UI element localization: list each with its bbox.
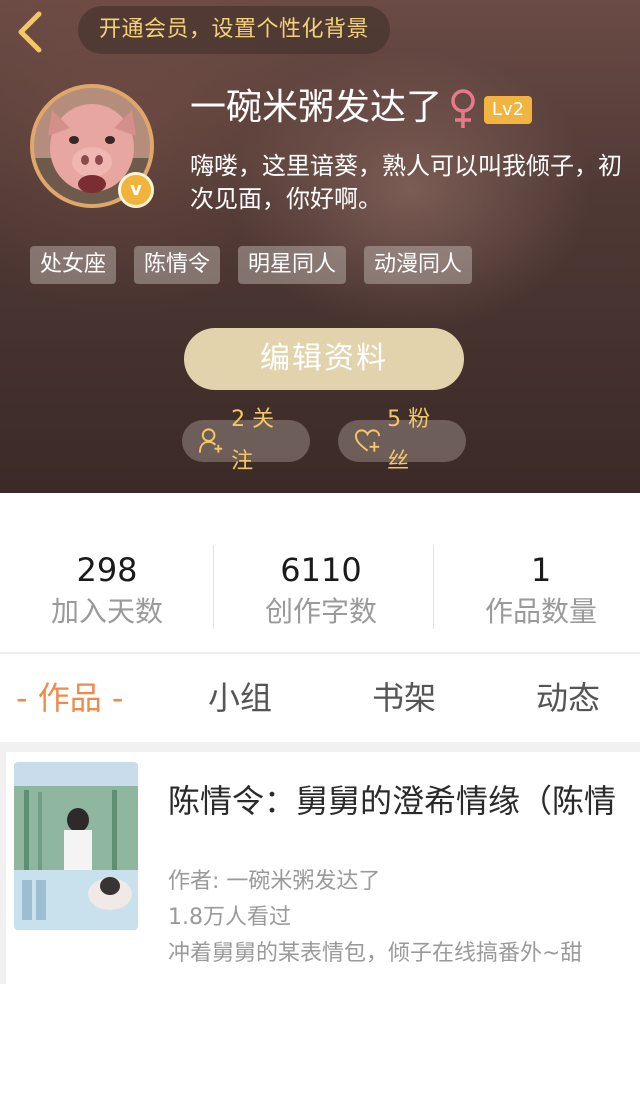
following-label: 2 关注 <box>231 407 275 474</box>
stat-value: 298 <box>76 551 138 589</box>
stat-value: 1 <box>530 551 552 589</box>
work-description: 冲着舅舅的某表情包，倾子在线搞番外~甜 <box>168 941 583 966</box>
fans-label: 5 粉丝 <box>387 407 431 474</box>
level-badge: Lv2 <box>484 96 532 124</box>
stat-days: 298 加入天数 <box>0 548 214 632</box>
heart-add-icon <box>354 429 381 452</box>
stats-row: 298 加入天数 6110 创作字数 1 作品数量 <box>0 493 640 653</box>
tab-groups[interactable]: 小组 <box>208 676 272 720</box>
tab-bookshelf[interactable]: 书架 <box>372 676 436 720</box>
section-separator <box>0 742 640 752</box>
tag-item[interactable]: 明星同人 <box>238 246 347 284</box>
work-author: 作者: 一碗米粥发达了 <box>168 869 381 894</box>
stat-words: 6110 创作字数 <box>214 548 428 632</box>
verified-badge: v <box>118 172 154 208</box>
work-list-item[interactable]: 陈情令：舅舅的澄希情缘（陈情 作者: 一碗米粥发达了 1.8万人看过 冲着舅舅的… <box>0 752 640 984</box>
work-cover-image[interactable] <box>14 762 138 930</box>
profile-bio: 嗨喽，这里谙葵，熟人可以叫我倾子，初次见面，你好啊。 <box>190 152 622 213</box>
username: 一碗米粥发达了 <box>190 87 443 128</box>
stat-label: 作品数量 <box>484 595 597 628</box>
person-add-icon <box>198 428 223 453</box>
stat-works: 1 作品数量 <box>434 548 640 632</box>
stat-label: 加入天数 <box>50 595 163 628</box>
vip-upsell-banner[interactable]: 开通会员，设置个性化背景 <box>78 6 390 54</box>
tab-moments[interactable]: 动态 <box>536 676 600 720</box>
profile-header: 开通会员，设置个性化背景 v 一碗米粥发达了 Lv2 嗨喽，这里谙葵，熟人可以叫… <box>0 0 640 493</box>
stat-label: 创作字数 <box>264 595 377 628</box>
back-arrow-icon <box>18 11 42 53</box>
tag-item[interactable]: 动漫同人 <box>364 246 473 284</box>
edit-profile-button[interactable]: 编辑资料 <box>184 328 464 390</box>
tag-item[interactable]: 陈情令 <box>134 246 221 284</box>
cover-illustration <box>14 762 138 930</box>
following-button[interactable]: 2 关注 <box>182 407 310 474</box>
work-views: 1.8万人看过 <box>168 905 291 930</box>
divider <box>0 752 6 984</box>
back-button[interactable] <box>10 8 50 56</box>
tag-item[interactable]: 处女座 <box>30 246 117 284</box>
female-icon <box>451 89 475 128</box>
work-title[interactable]: 陈情令：舅舅的澄希情缘（陈情 <box>168 778 640 824</box>
profile-tags: 处女座 陈情令 明星同人 动漫同人 <box>30 246 490 284</box>
stat-value: 6110 <box>280 551 362 589</box>
fans-button[interactable]: 5 粉丝 <box>338 407 466 474</box>
tab-works[interactable]: - 作品 - <box>16 676 123 720</box>
profile-tabs: - 作品 - 小组 书架 动态 <box>0 654 640 742</box>
